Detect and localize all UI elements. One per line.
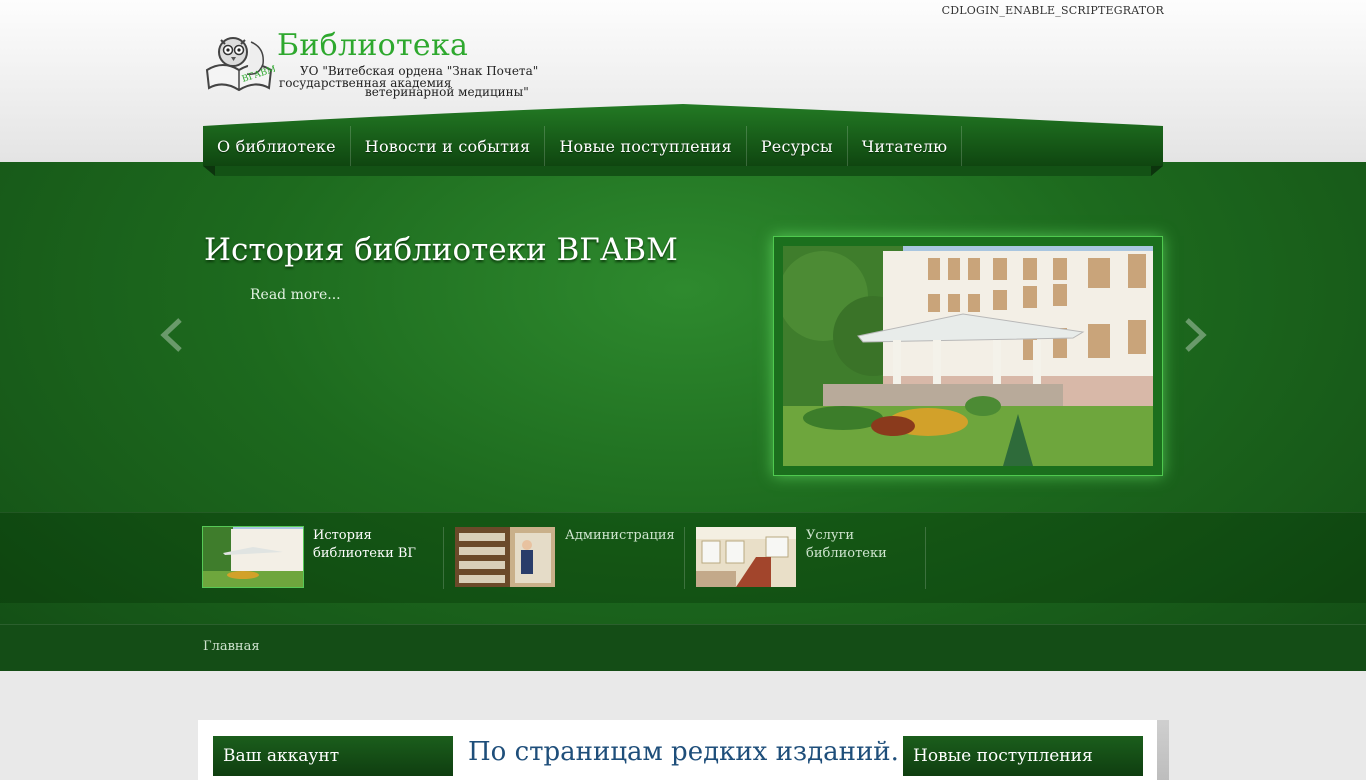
thumb-administration-label: Администрация bbox=[565, 528, 675, 543]
thumb-services-label: Услуги библиотеки bbox=[806, 528, 887, 561]
nav-resources[interactable]: Ресурсы bbox=[747, 126, 848, 166]
library-building-photo bbox=[783, 246, 1153, 466]
owl-book-logo-icon[interactable]: ВГАВМ bbox=[203, 30, 275, 98]
site-title[interactable]: Библиотека bbox=[277, 28, 468, 63]
breadcrumb-home[interactable]: Главная bbox=[203, 639, 260, 654]
thumb-services-photo bbox=[696, 527, 796, 587]
thumb-administration-photo bbox=[455, 527, 555, 587]
account-box-title: Ваш аккаунт bbox=[213, 736, 453, 776]
chevron-right-icon[interactable] bbox=[1181, 318, 1209, 352]
nav-new-arrivals[interactable]: Новые поступления bbox=[545, 126, 747, 166]
thumb-history[interactable]: История библиотеки ВГ bbox=[202, 526, 433, 589]
thumb-divider bbox=[684, 527, 685, 589]
nav-readers[interactable]: Читателю bbox=[848, 126, 963, 166]
slide-image-frame[interactable] bbox=[773, 236, 1163, 476]
thumb-divider bbox=[443, 527, 444, 589]
slide-title: История библиотеки ВГАВМ bbox=[204, 232, 678, 268]
site-subtitle-line-3: ветеринарной медицины" bbox=[365, 85, 529, 99]
content-shadow bbox=[1157, 720, 1169, 780]
nav-about[interactable]: О библиотеке bbox=[203, 126, 351, 166]
new-arrivals-box-title: Новые поступления bbox=[903, 736, 1143, 776]
thumb-administration[interactable]: Администрация bbox=[455, 527, 685, 589]
nav-news[interactable]: Новости и события bbox=[351, 126, 546, 166]
article-title[interactable]: По страницам редких изданий. bbox=[468, 737, 899, 767]
thumb-divider bbox=[925, 527, 926, 589]
login-link[interactable]: CDLOGIN_ENABLE_SCRIPTEGRATOR bbox=[940, 4, 1164, 17]
chevron-left-icon[interactable] bbox=[158, 318, 186, 352]
thumb-services[interactable]: Услуги библиотеки bbox=[696, 527, 926, 589]
thumb-history-label: История библиотеки ВГ bbox=[313, 528, 417, 561]
read-more-link[interactable]: Read more... bbox=[250, 287, 341, 303]
main-nav: О библиотеке Новости и события Новые пос… bbox=[203, 126, 963, 166]
thumb-history-photo bbox=[202, 526, 304, 588]
